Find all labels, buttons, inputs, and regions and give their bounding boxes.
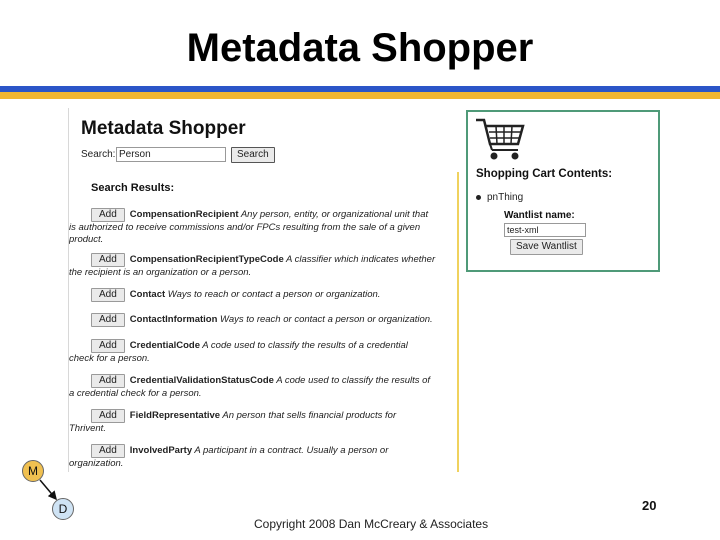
result-desc-cont: check for a person. (69, 353, 150, 364)
add-button[interactable]: Add (91, 409, 125, 423)
add-button[interactable]: Add (91, 313, 125, 327)
add-button[interactable]: Add (91, 374, 125, 388)
page-number: 20 (642, 498, 657, 513)
divider-bar (457, 172, 459, 472)
result-desc: A code used to classify the results of (273, 375, 431, 386)
wantlist-label: Wantlist name: (504, 210, 575, 221)
cart-item-label: pnThing (487, 192, 524, 203)
add-button[interactable]: Add (91, 253, 125, 267)
result-name[interactable]: CredentialCode (130, 340, 200, 351)
result-name[interactable]: CompensationRecipientTypeCode (130, 254, 284, 265)
add-button[interactable]: Add (91, 444, 125, 458)
result-name[interactable]: FieldRepresentative (130, 410, 220, 421)
result-item: Add CredentialValidationStatusCode A code… (69, 374, 451, 400)
add-button[interactable]: Add (91, 339, 125, 353)
shopping-cart-panel: Shopping Cart Contents: pnThing Wantlist… (466, 110, 660, 272)
result-desc-cont: organization. (69, 458, 124, 469)
result-desc-cont: is authorized to receive commissions and… (69, 222, 421, 245)
shopping-cart-icon (476, 118, 525, 160)
search-label: Search: (81, 149, 116, 160)
add-button[interactable]: Add (91, 288, 125, 302)
result-desc-cont: the recipient is an organization or a pe… (69, 267, 252, 278)
save-wantlist-button[interactable]: Save Wantlist (510, 239, 583, 255)
search-results-heading: Search Results: (91, 182, 175, 194)
result-name[interactable]: CredentialValidationStatusCode (130, 375, 274, 386)
result-desc-cont: Thrivent. (69, 423, 106, 434)
result-desc: A code used to classify the results of a… (200, 340, 408, 351)
result-desc: A participant in a contract. Usually a p… (192, 445, 389, 456)
title-rule-yellow (0, 92, 720, 99)
result-item: Add CompensationRecipient Any person, ent… (69, 208, 451, 246)
result-item: Add ContactInformation Ways to reach or c… (91, 313, 451, 327)
result-item: Add CompensationRecipientTypeCode A class… (69, 253, 451, 279)
search-button[interactable]: Search (231, 147, 275, 163)
wantlist-input[interactable] (504, 223, 586, 237)
cart-title: Shopping Cart Contents: (476, 168, 613, 180)
result-item: Add InvolvedParty A participant in a cont… (69, 444, 451, 470)
slide-title: Metadata Shopper (186, 26, 534, 70)
m-badge: M (22, 460, 44, 482)
result-name[interactable]: CompensationRecipient (130, 209, 239, 220)
app-title: Metadata Shopper (81, 118, 246, 139)
bullet-icon (476, 194, 481, 200)
result-item: Add CredentialCode A code used to classif… (69, 339, 451, 365)
cart-item[interactable]: pnThing (476, 192, 523, 203)
result-item: Add FieldRepresentative An person that se… (69, 409, 451, 435)
result-desc: Ways to reach or contact a person or org… (165, 289, 381, 300)
result-desc: A classifier which indicates whether (283, 254, 436, 265)
result-item: Add Contact Ways to reach or contact a pe… (91, 288, 451, 302)
app-screenshot: Metadata Shopper Search: Search Search R… (68, 108, 465, 472)
add-button[interactable]: Add (91, 208, 125, 222)
result-name[interactable]: ContactInformation (130, 314, 218, 325)
result-desc-cont: a credential check for a person. (69, 388, 202, 399)
search-input[interactable] (116, 147, 226, 162)
copyright: Copyright 2008 Dan McCreary & Associates (254, 517, 489, 531)
d-badge: D (52, 498, 74, 520)
result-name[interactable]: Contact (130, 289, 165, 300)
result-name[interactable]: InvolvedParty (130, 445, 192, 456)
result-desc: Any person, entity, or organizational un… (238, 209, 429, 220)
result-desc: An person that sells financial products … (220, 410, 397, 421)
result-desc: Ways to reach or contact a person or org… (217, 314, 433, 325)
